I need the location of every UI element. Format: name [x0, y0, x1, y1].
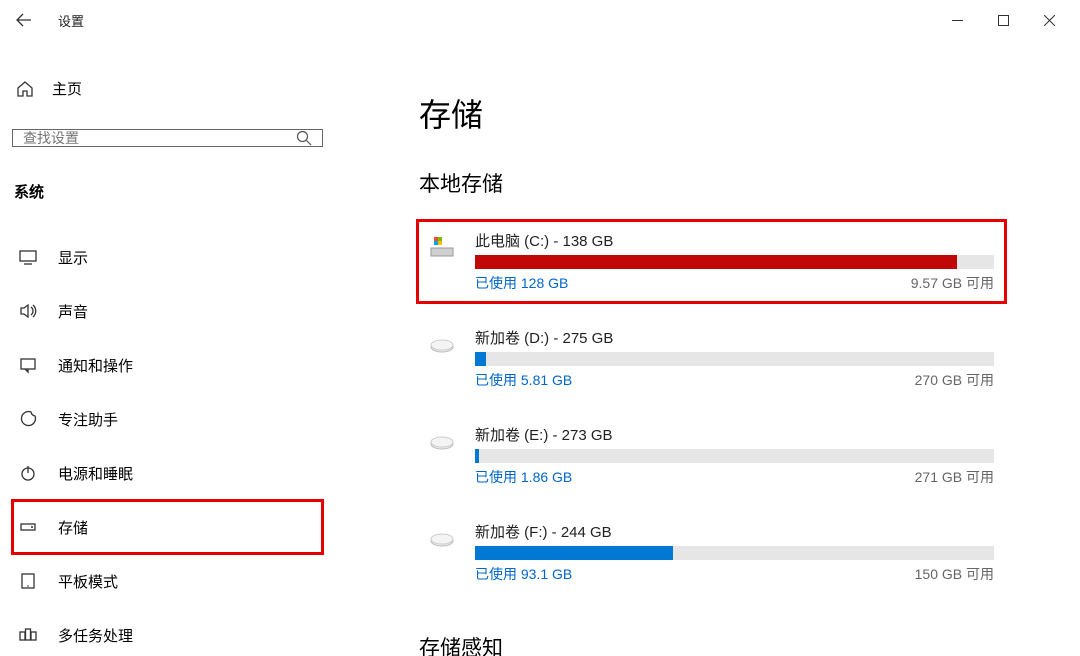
drive-name: 新加卷 (E:) - 273 GB — [475, 424, 994, 445]
drive-icon — [429, 230, 457, 293]
sidebar-item-label: 电源和睡眠 — [58, 463, 133, 484]
drive-used: 已使用 5.81 GB — [475, 370, 572, 390]
page-title: 存储 — [419, 90, 1004, 136]
arrow-left-icon — [16, 12, 32, 28]
minimize-button[interactable] — [934, 4, 980, 36]
category-label: 系统 — [12, 181, 323, 202]
sidebar-item-label: 通知和操作 — [58, 355, 133, 376]
sidebar-item-label: 显示 — [58, 247, 88, 268]
close-icon — [1044, 15, 1055, 26]
multitask-icon — [18, 626, 38, 644]
sidebar-item-focus[interactable]: 专注助手 — [12, 392, 323, 446]
sidebar: 主页 系统 显示声音通知和操作专注助手电源和睡眠存储平板模式多任务处理 — [0, 40, 335, 656]
sidebar-item-power[interactable]: 电源和睡眠 — [12, 446, 323, 500]
back-button[interactable] — [8, 4, 40, 36]
sidebar-item-label: 专注助手 — [58, 409, 118, 430]
power-icon — [18, 464, 38, 482]
drive-free: 150 GB 可用 — [915, 564, 994, 584]
maximize-icon — [998, 15, 1009, 26]
sidebar-item-label: 存储 — [58, 517, 88, 538]
home-icon — [16, 80, 34, 98]
search-input[interactable] — [23, 130, 296, 146]
drive-free: 9.57 GB 可用 — [911, 273, 994, 293]
main-content: 存储 本地存储 此电脑 (C:) - 138 GB 已使用 128 GB 9.57 … — [335, 40, 1080, 656]
drive-free: 271 GB 可用 — [915, 467, 994, 487]
drive-item[interactable]: 新加卷 (D:) - 275 GB 已使用 5.81 GB 270 GB 可用 — [419, 319, 1004, 398]
drive-item[interactable]: 此电脑 (C:) - 138 GB 已使用 128 GB 9.57 GB 可用 — [419, 222, 1004, 301]
close-button[interactable] — [1026, 4, 1072, 36]
drive-free: 270 GB 可用 — [915, 370, 994, 390]
sidebar-item-multitask[interactable]: 多任务处理 — [12, 608, 323, 656]
sidebar-item-label: 声音 — [58, 301, 88, 322]
drive-name: 此电脑 (C:) - 138 GB — [475, 230, 994, 251]
drive-name: 新加卷 (F:) - 244 GB — [475, 521, 994, 542]
sidebar-item-display[interactable]: 显示 — [12, 230, 323, 284]
drive-used: 已使用 128 GB — [475, 273, 568, 293]
sidebar-item-label: 多任务处理 — [58, 625, 133, 646]
home-link[interactable]: 主页 — [12, 68, 323, 109]
notification-icon — [18, 356, 38, 374]
drive-used: 已使用 93.1 GB — [475, 564, 572, 584]
minimize-icon — [952, 15, 963, 26]
drive-list: 此电脑 (C:) - 138 GB 已使用 128 GB 9.57 GB 可用新加卷… — [419, 222, 1004, 592]
drive-bar — [475, 255, 994, 269]
drive-icon — [429, 327, 457, 390]
drive-name: 新加卷 (D:) - 275 GB — [475, 327, 994, 348]
tablet-icon — [18, 572, 38, 590]
sidebar-item-label: 平板模式 — [58, 571, 118, 592]
titlebar: 设置 — [0, 0, 1080, 40]
sidebar-item-sound[interactable]: 声音 — [12, 284, 323, 338]
search-icon — [296, 130, 312, 146]
drive-bar — [475, 352, 994, 366]
home-label: 主页 — [52, 78, 82, 99]
maximize-button[interactable] — [980, 4, 1026, 36]
window-title: 设置 — [58, 11, 84, 30]
drive-icon — [429, 424, 457, 487]
sidebar-item-storage[interactable]: 存储 — [12, 500, 323, 554]
sidebar-list: 显示声音通知和操作专注助手电源和睡眠存储平板模式多任务处理 — [12, 230, 323, 656]
sidebar-item-tablet[interactable]: 平板模式 — [12, 554, 323, 608]
drive-used: 已使用 1.86 GB — [475, 467, 572, 487]
search-box[interactable] — [12, 129, 323, 147]
display-icon — [18, 248, 38, 266]
local-storage-heading: 本地存储 — [419, 168, 1004, 198]
drive-icon — [429, 521, 457, 584]
drive-item[interactable]: 新加卷 (F:) - 244 GB 已使用 93.1 GB 150 GB 可用 — [419, 513, 1004, 592]
storage-icon — [18, 518, 38, 536]
sound-icon — [18, 302, 38, 320]
sidebar-item-notification[interactable]: 通知和操作 — [12, 338, 323, 392]
drive-bar — [475, 449, 994, 463]
drive-bar — [475, 546, 994, 560]
focus-icon — [18, 410, 38, 428]
drive-item[interactable]: 新加卷 (E:) - 273 GB 已使用 1.86 GB 271 GB 可用 — [419, 416, 1004, 495]
storage-sense-heading: 存储感知 — [419, 632, 1004, 656]
